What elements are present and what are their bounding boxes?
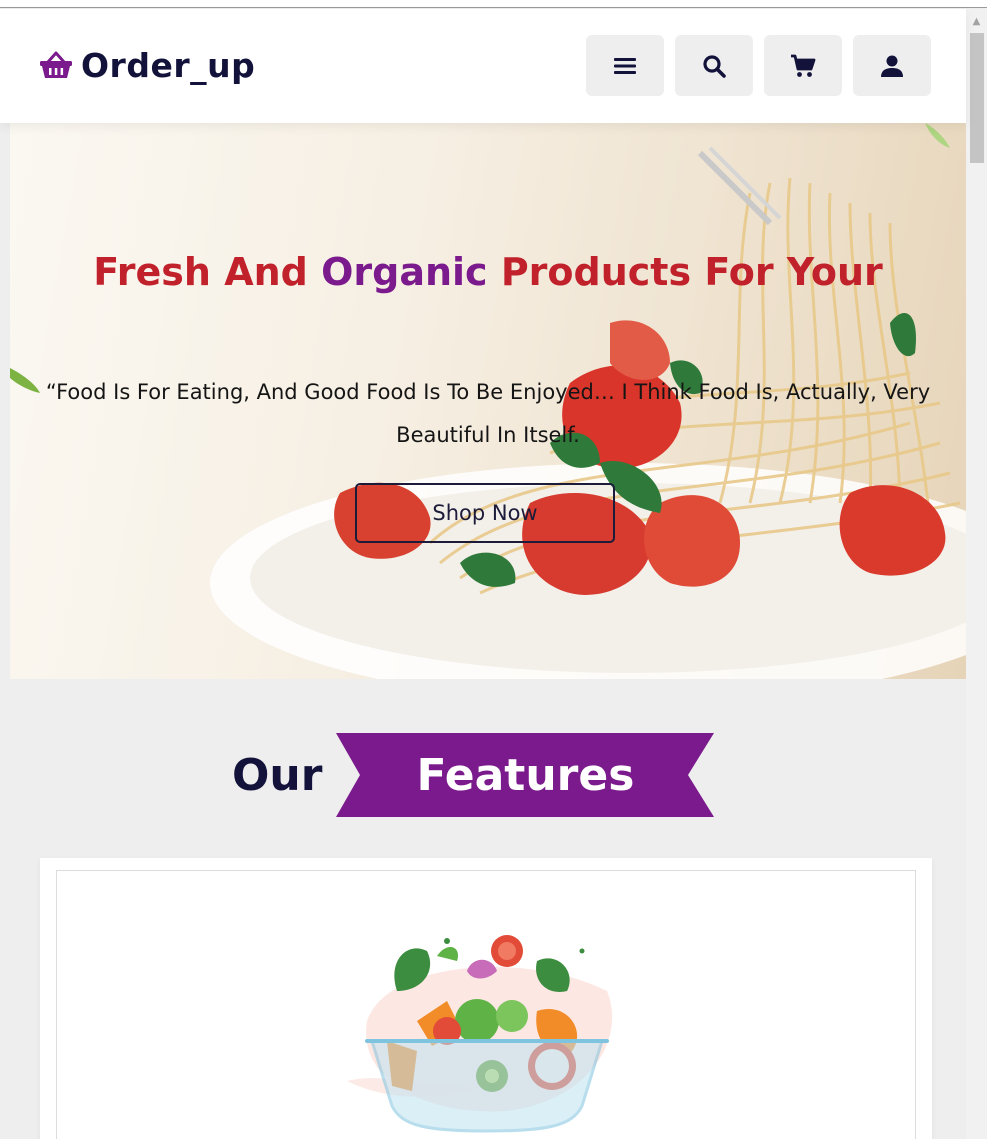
features-ribbon: Features xyxy=(336,733,715,817)
hero-title-highlight: Organic xyxy=(321,250,488,294)
hero-title-part3: Products For Your xyxy=(487,250,883,294)
hero-title-part1: Fresh And xyxy=(93,250,322,294)
menu-button[interactable] xyxy=(586,35,664,96)
bars-icon xyxy=(614,57,636,74)
brand-name: Order_up xyxy=(81,45,256,85)
features-heading-highlight: Features xyxy=(416,749,635,801)
browser-top-edge xyxy=(0,0,987,8)
cart-button[interactable] xyxy=(764,35,842,96)
feature-card-border xyxy=(56,870,916,1139)
site-header: Order_up xyxy=(0,9,966,123)
basket-icon xyxy=(40,51,72,78)
brand-logo[interactable]: Order_up xyxy=(38,45,255,85)
vertical-scrollbar[interactable]: ▲ xyxy=(966,9,987,1139)
scrollbar-thumb[interactable] xyxy=(970,33,984,163)
cart-icon xyxy=(791,54,816,77)
shop-now-button[interactable]: Shop Now xyxy=(355,483,615,543)
scroll-up-arrow-icon[interactable]: ▲ xyxy=(966,13,987,29)
hero-banner: Fresh And Organic Products For Your “Foo… xyxy=(10,123,966,679)
search-button[interactable] xyxy=(675,35,753,96)
salad-bowl-image xyxy=(347,935,613,1133)
user-icon xyxy=(881,55,903,77)
hero-title: Fresh And Organic Products For Your xyxy=(30,241,946,303)
features-heading-plain: Our xyxy=(232,749,323,801)
user-button[interactable] xyxy=(853,35,931,96)
search-icon xyxy=(703,54,726,78)
hero-quote: “Food Is For Eating, And Good Food Is To… xyxy=(45,380,931,447)
feature-card xyxy=(40,858,932,1139)
features-heading: Our Features xyxy=(232,732,715,818)
